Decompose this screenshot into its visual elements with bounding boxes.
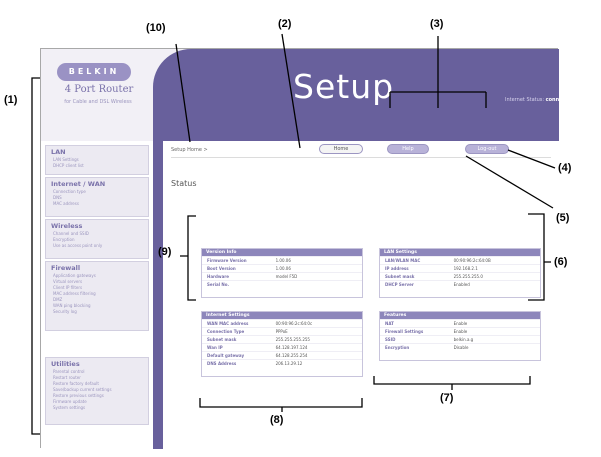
callout-10: (10) xyxy=(146,22,166,34)
callout-lines xyxy=(31,33,556,435)
callout-6: (6) xyxy=(554,256,568,268)
callout-2: (2) xyxy=(278,18,292,30)
callout-5: (5) xyxy=(556,212,570,224)
callout-8: (8) xyxy=(270,414,284,426)
manual-figure: BELKIN 4 Port Router for Cable and DSL W… xyxy=(0,0,601,457)
callout-4: (4) xyxy=(558,162,572,174)
callout-1: (1) xyxy=(4,94,18,106)
callout-9: (9) xyxy=(158,246,172,258)
callout-3: (3) xyxy=(430,18,444,30)
callout-7: (7) xyxy=(440,392,454,404)
